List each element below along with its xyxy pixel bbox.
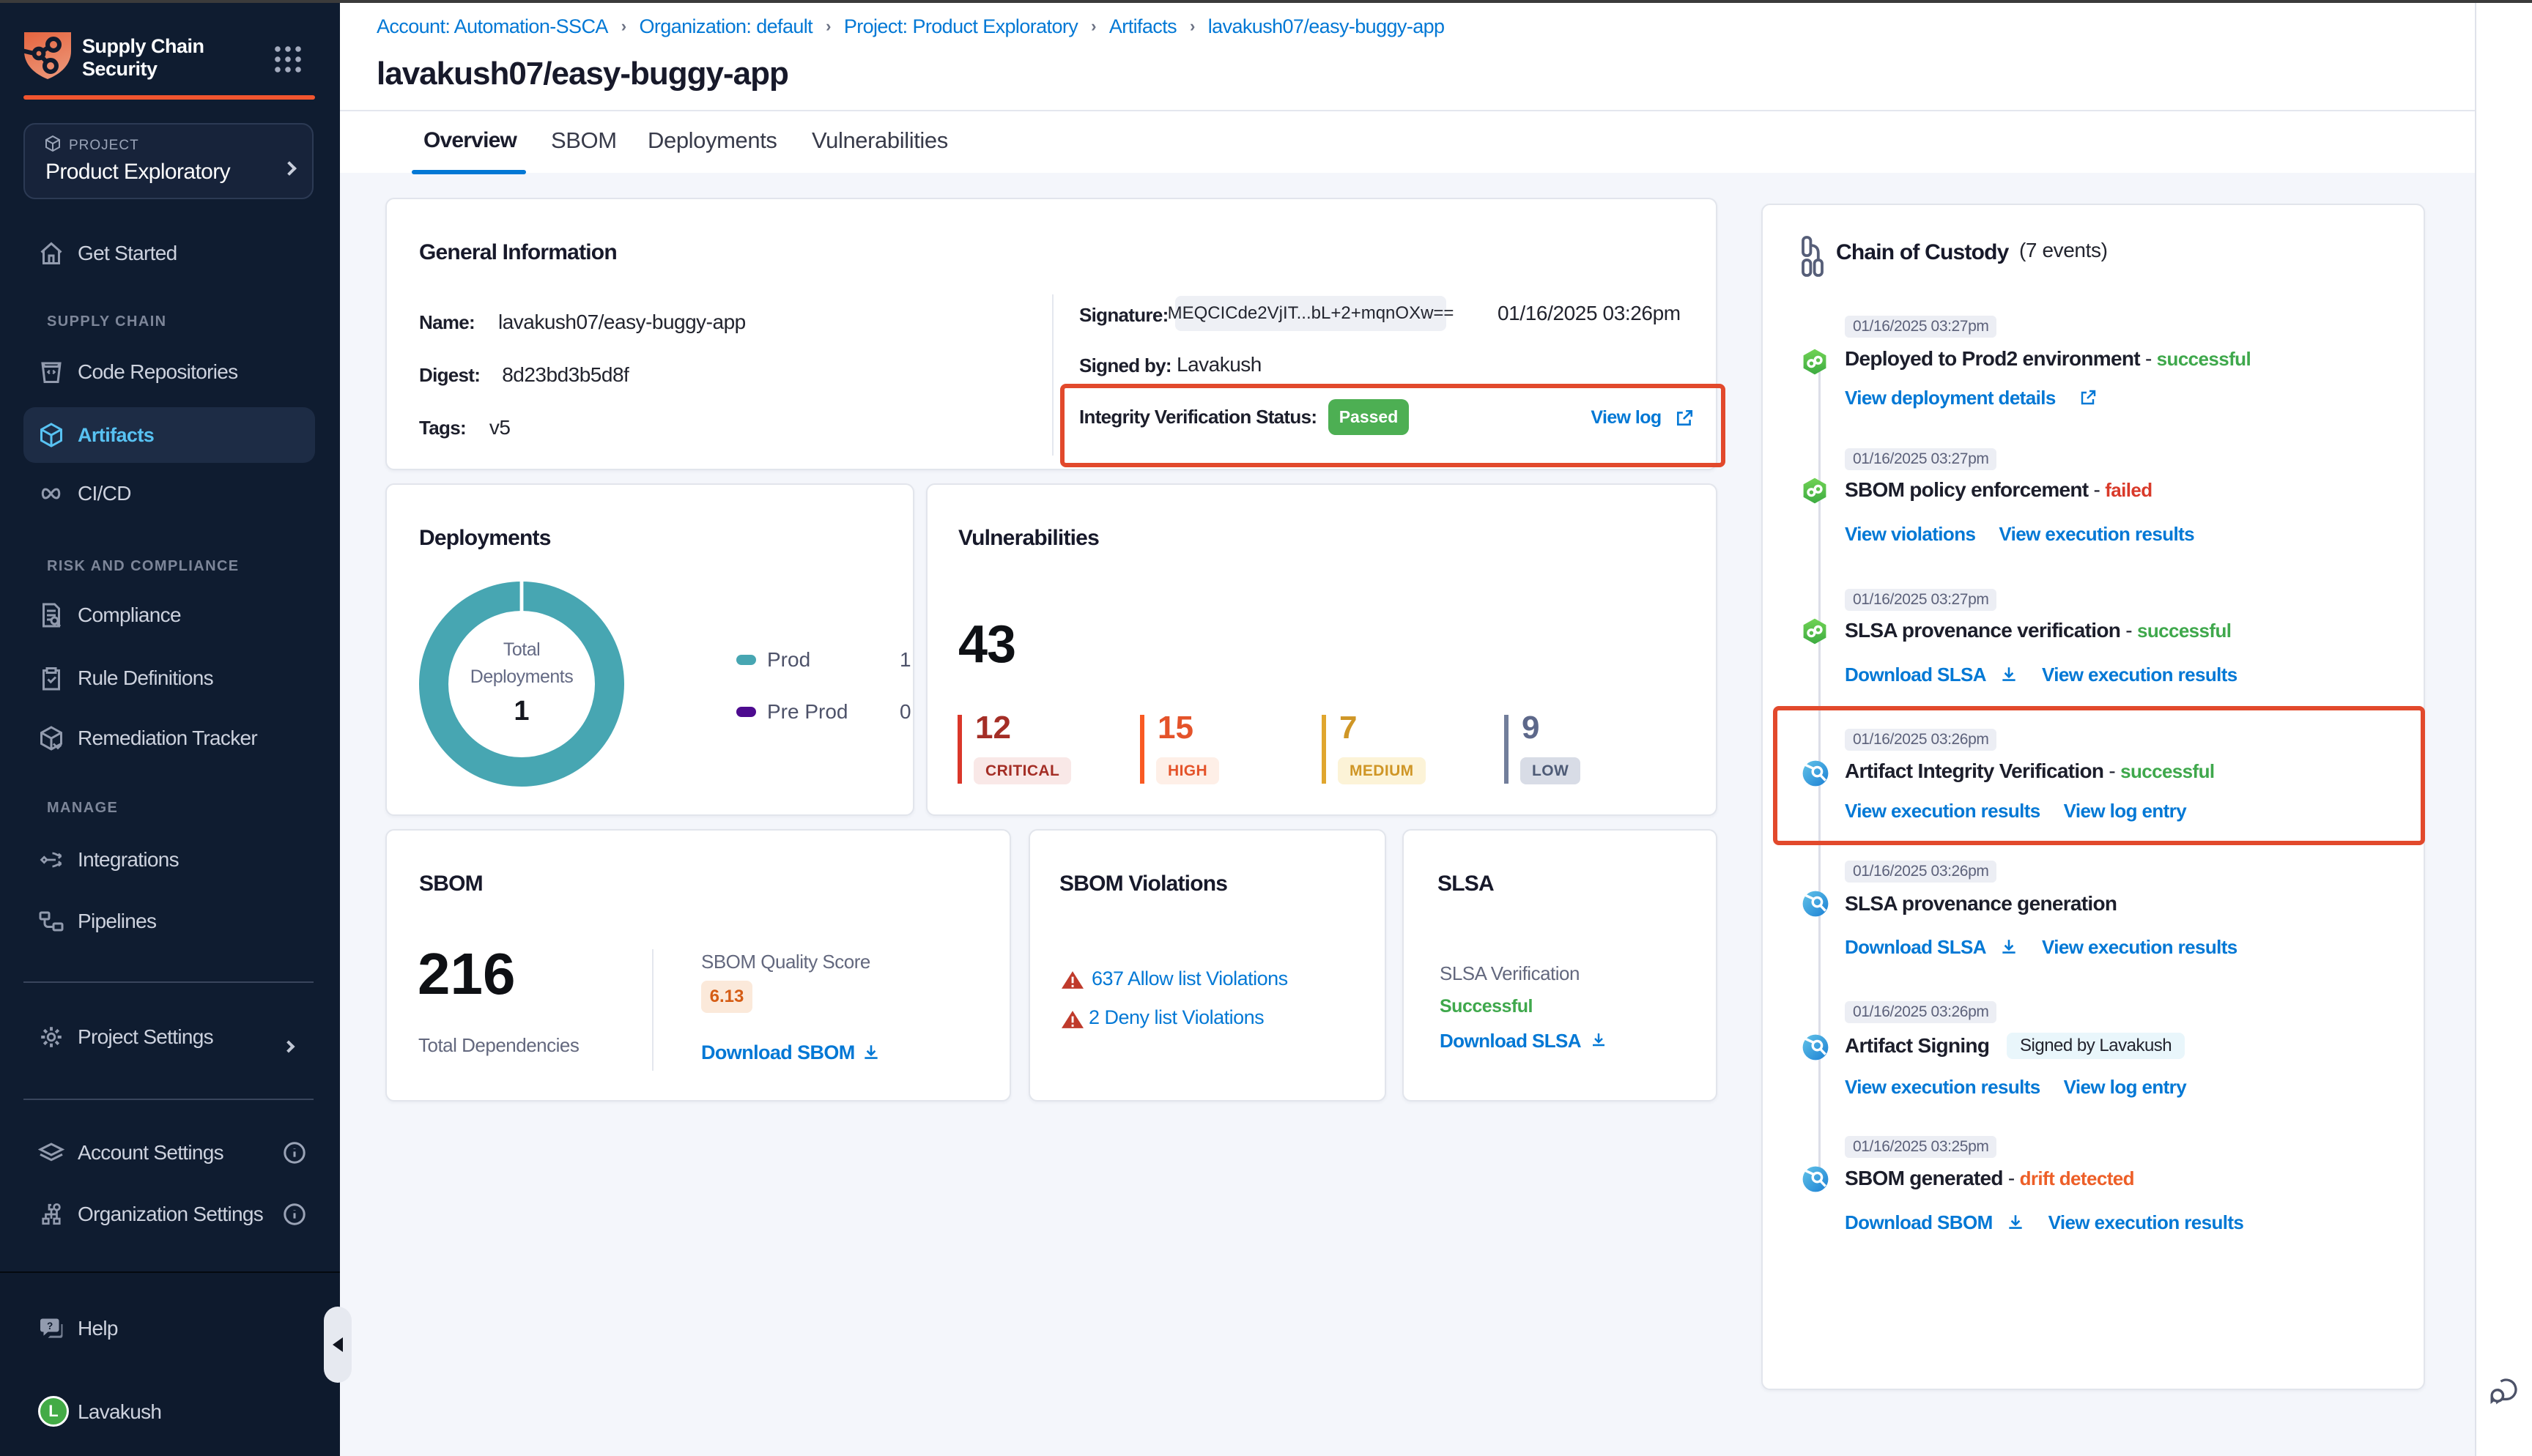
svg-text:?: ? xyxy=(47,1321,53,1331)
